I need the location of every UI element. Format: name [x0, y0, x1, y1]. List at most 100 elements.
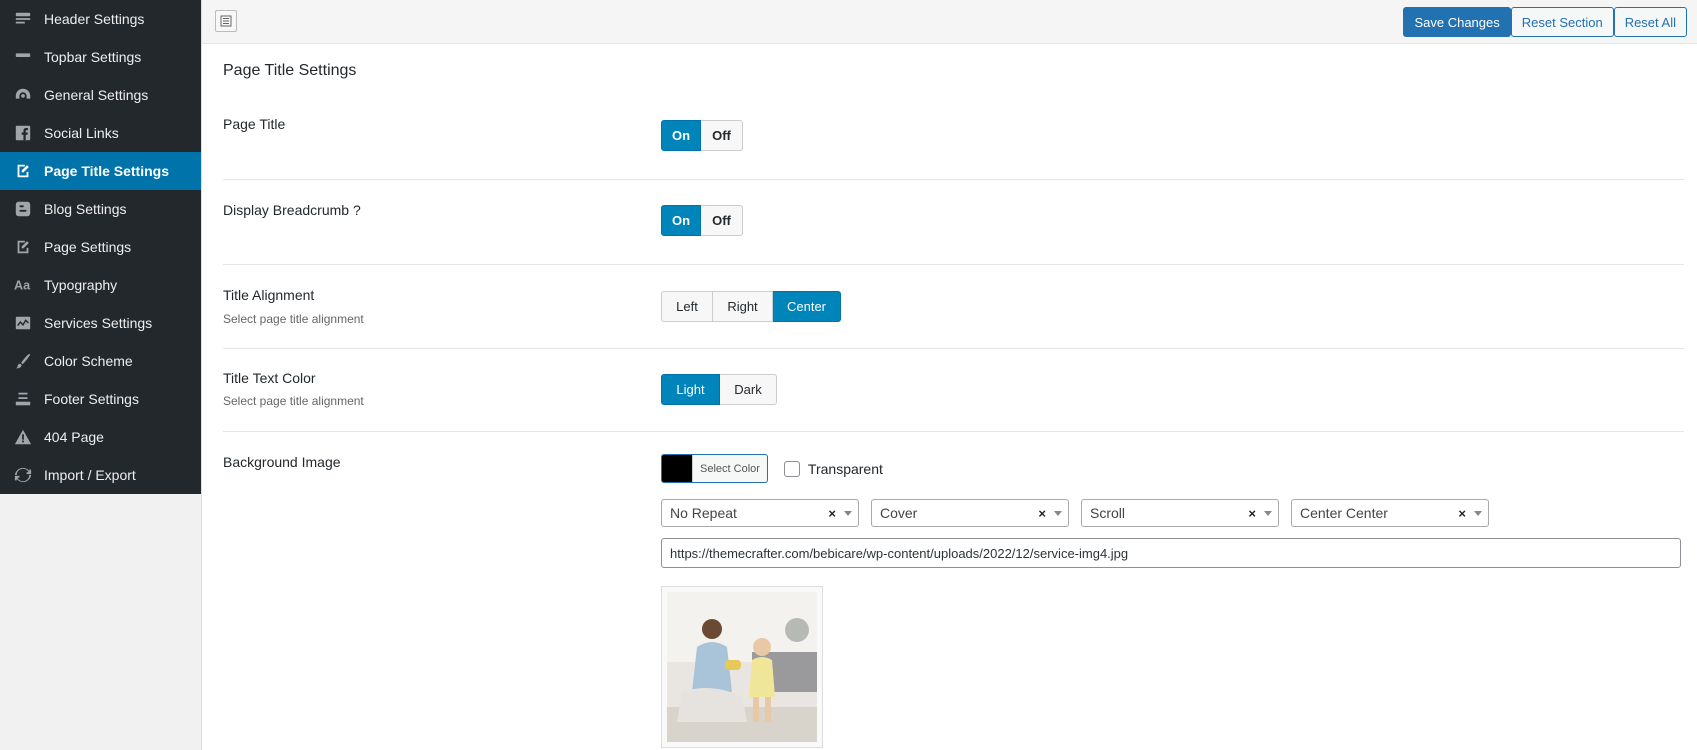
- sidebar-item-label: Import / Export: [44, 467, 136, 483]
- breadcrumb-on-button[interactable]: On: [661, 205, 701, 236]
- sidebar-item-label: General Settings: [44, 87, 149, 103]
- sidebar-item-404-page[interactable]: 404 Page: [0, 418, 201, 456]
- field-title-alignment: Title Alignment Select page title alignm…: [223, 265, 1684, 349]
- field-breadcrumb: Display Breadcrumb ? On Off: [223, 180, 1684, 265]
- background-attachment-select[interactable]: Scroll ×: [1081, 499, 1279, 527]
- field-label: Background Image: [223, 454, 341, 470]
- sidebar-item-label: Footer Settings: [44, 391, 139, 407]
- sidebar-item-label: Typography: [44, 277, 118, 293]
- chevron-down-icon: [844, 511, 852, 516]
- expand-options-button[interactable]: [215, 10, 237, 32]
- list-icon: [220, 15, 232, 27]
- chart-line-icon: [13, 313, 33, 333]
- field-page-title: Page Title On Off: [223, 104, 1684, 180]
- clear-icon[interactable]: ×: [1248, 506, 1256, 521]
- alignment-buttonset: Left Right Center: [661, 291, 841, 322]
- svg-text:Aa: Aa: [14, 279, 31, 293]
- typography-icon: Aa: [13, 275, 33, 295]
- sidebar-item-label: Services Settings: [44, 315, 153, 331]
- page-title-on-button[interactable]: On: [661, 120, 701, 151]
- sidebar-item-label: Color Scheme: [44, 353, 133, 369]
- preview-photo-icon: [667, 592, 817, 742]
- select-value: Scroll: [1090, 505, 1126, 521]
- field-description: Select page title alignment: [223, 312, 364, 326]
- reset-all-button[interactable]: Reset All: [1613, 7, 1687, 37]
- sidebar-item-blog-settings[interactable]: Blog Settings: [0, 190, 201, 228]
- text-color-buttonset: Light Dark: [661, 374, 777, 405]
- breadcrumb-toggle: On Off: [661, 205, 743, 236]
- sidebar-item-page-title-settings[interactable]: Page Title Settings: [0, 152, 201, 190]
- background-selects: No Repeat × Cover × Scroll × Center Cent…: [661, 499, 1501, 527]
- text-color-dark-button[interactable]: Dark: [720, 374, 777, 405]
- field-label: Title Alignment: [223, 287, 315, 303]
- field-background-image: Background Image Select Color Transparen…: [223, 432, 1684, 750]
- top-toolbar: Save Changes Reset Section Reset All: [202, 0, 1697, 44]
- select-value: No Repeat: [670, 505, 737, 521]
- toolbar-actions: Save Changes Reset Section Reset All: [1403, 7, 1687, 37]
- header-icon: [13, 9, 33, 29]
- minus-bar-icon: [13, 47, 33, 67]
- sidebar-menu: Header Settings Topbar Settings General …: [0, 0, 201, 494]
- sidebar-item-label: 404 Page: [44, 429, 104, 445]
- options-panel: Header Settings Topbar Settings General …: [0, 0, 1697, 750]
- page-title-toggle: On Off: [661, 120, 743, 151]
- save-changes-button[interactable]: Save Changes: [1403, 7, 1511, 37]
- brush-icon: [13, 351, 33, 371]
- sidebar-item-label: Blog Settings: [44, 201, 127, 217]
- sidebar-item-label: Social Links: [44, 125, 119, 141]
- sidebar-item-services-settings[interactable]: Services Settings: [0, 304, 201, 342]
- chevron-down-icon: [1474, 511, 1482, 516]
- field-label: Title Text Color: [223, 370, 316, 386]
- transparent-option[interactable]: Transparent: [783, 460, 883, 477]
- background-url-control: [661, 538, 1681, 568]
- select-color-label: Select Color: [692, 455, 767, 482]
- chevron-down-icon: [1264, 511, 1272, 516]
- warning-icon: [13, 427, 33, 447]
- align-center-button[interactable]: Center: [773, 291, 841, 322]
- sidebar-item-typography[interactable]: Aa Typography: [0, 266, 201, 304]
- field-label: Page Title: [223, 116, 286, 132]
- page-title-off-button[interactable]: Off: [701, 120, 743, 151]
- color-swatch: [662, 455, 692, 482]
- breadcrumb-off-button[interactable]: Off: [701, 205, 743, 236]
- clear-icon[interactable]: ×: [828, 506, 836, 521]
- edit-page-icon: [13, 161, 33, 181]
- select-color-button[interactable]: Select Color: [661, 454, 768, 483]
- align-right-button[interactable]: Right: [713, 291, 773, 322]
- clear-icon[interactable]: ×: [1038, 506, 1046, 521]
- refresh-icon: [13, 465, 33, 485]
- transparent-label: Transparent: [807, 460, 883, 477]
- chevron-down-icon: [1054, 511, 1062, 516]
- sidebar-item-page-settings[interactable]: Page Settings: [0, 228, 201, 266]
- background-size-select[interactable]: Cover ×: [871, 499, 1069, 527]
- sidebar-item-footer-settings[interactable]: Footer Settings: [0, 380, 201, 418]
- footer-stack-icon: [13, 389, 33, 409]
- background-image-thumbnail[interactable]: [661, 586, 823, 748]
- sidebar-item-label: Page Title Settings: [44, 163, 169, 179]
- blogger-icon: [13, 199, 33, 219]
- clear-icon[interactable]: ×: [1458, 506, 1466, 521]
- section-title: Page Title Settings: [223, 62, 357, 79]
- select-value: Cover: [880, 505, 918, 521]
- sidebar-item-color-scheme[interactable]: Color Scheme: [0, 342, 201, 380]
- field-label: Display Breadcrumb ?: [223, 202, 361, 218]
- facebook-icon: [13, 123, 33, 143]
- text-color-light-button[interactable]: Light: [661, 374, 720, 405]
- sidebar-item-social-links[interactable]: Social Links: [0, 114, 201, 152]
- background-position-select[interactable]: Center Center ×: [1291, 499, 1489, 527]
- sidebar-item-label: Page Settings: [44, 239, 132, 255]
- sidebar-item-general-settings[interactable]: General Settings: [0, 76, 201, 114]
- align-left-button[interactable]: Left: [661, 291, 713, 322]
- sidebar-item-header-settings[interactable]: Header Settings: [0, 0, 201, 38]
- sidebar-item-topbar-settings[interactable]: Topbar Settings: [0, 38, 201, 76]
- sidebar-item-label: Topbar Settings: [44, 49, 142, 65]
- transparent-checkbox[interactable]: [783, 460, 800, 477]
- background-color-control: Select Color Transparent: [661, 454, 883, 483]
- background-url-input[interactable]: [661, 538, 1681, 568]
- field-description: Select page title alignment: [223, 394, 364, 408]
- edit-page-icon: [13, 237, 33, 257]
- background-repeat-select[interactable]: No Repeat ×: [661, 499, 859, 527]
- background-preview: [661, 586, 823, 748]
- reset-section-button[interactable]: Reset Section: [1510, 7, 1614, 37]
- sidebar-item-import-export[interactable]: Import / Export: [0, 456, 201, 494]
